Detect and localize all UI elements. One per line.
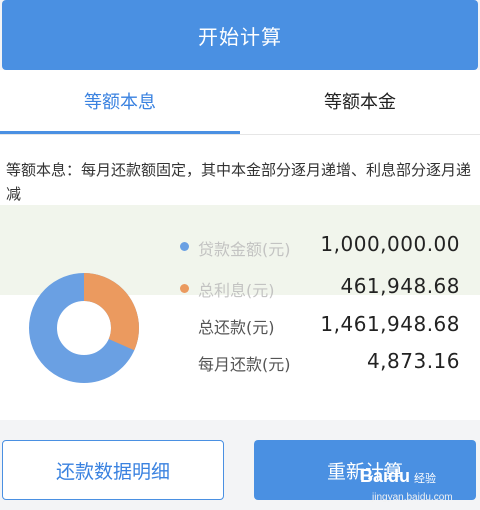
watermark-sub: 经验 xyxy=(414,473,437,485)
total-interest-label: 总利息(元) xyxy=(198,281,275,300)
total-interest-value: 461,948.68 xyxy=(340,274,460,298)
repayment-details-button[interactable]: 还款数据明细 xyxy=(2,440,224,500)
watermark-url: jingyan.baidu.com xyxy=(372,492,453,503)
method-description: 等额本息：每月还款额固定，其中本金部分逐月递增、利息部分逐月递减 xyxy=(6,161,472,203)
loan-amount-label: 贷款金额(元) xyxy=(198,240,291,259)
loan-amount-value: 1,000,000.00 xyxy=(320,232,460,256)
principal-legend-dot xyxy=(180,242,189,251)
watermark-brand: Baidu xyxy=(360,466,411,486)
baidu-jingyan-watermark: Baidu 经验 xyxy=(360,466,436,487)
repayment-donut-chart xyxy=(29,273,139,383)
result-panel: 等额本息 等额本金 等额本息：每月还款额固定，其中本金部分逐月递增、利息部分逐月… xyxy=(0,70,480,420)
repayment-tabs: 等额本息 等额本金 xyxy=(0,70,480,135)
tab-equal-installment[interactable]: 等额本息 xyxy=(0,70,240,132)
start-calculate-button[interactable]: 开始计算 xyxy=(2,0,478,70)
interest-legend-dot xyxy=(180,284,189,293)
tab-equal-principal[interactable]: 等额本金 xyxy=(240,70,480,132)
monthly-payment-label: 每月还款(元) xyxy=(198,355,291,374)
tab-divider xyxy=(0,134,480,135)
total-repayment-label: 总还款(元) xyxy=(198,318,275,337)
monthly-payment-value: 4,873.16 xyxy=(366,349,460,373)
total-repayment-value: 1,461,948.68 xyxy=(320,312,460,336)
